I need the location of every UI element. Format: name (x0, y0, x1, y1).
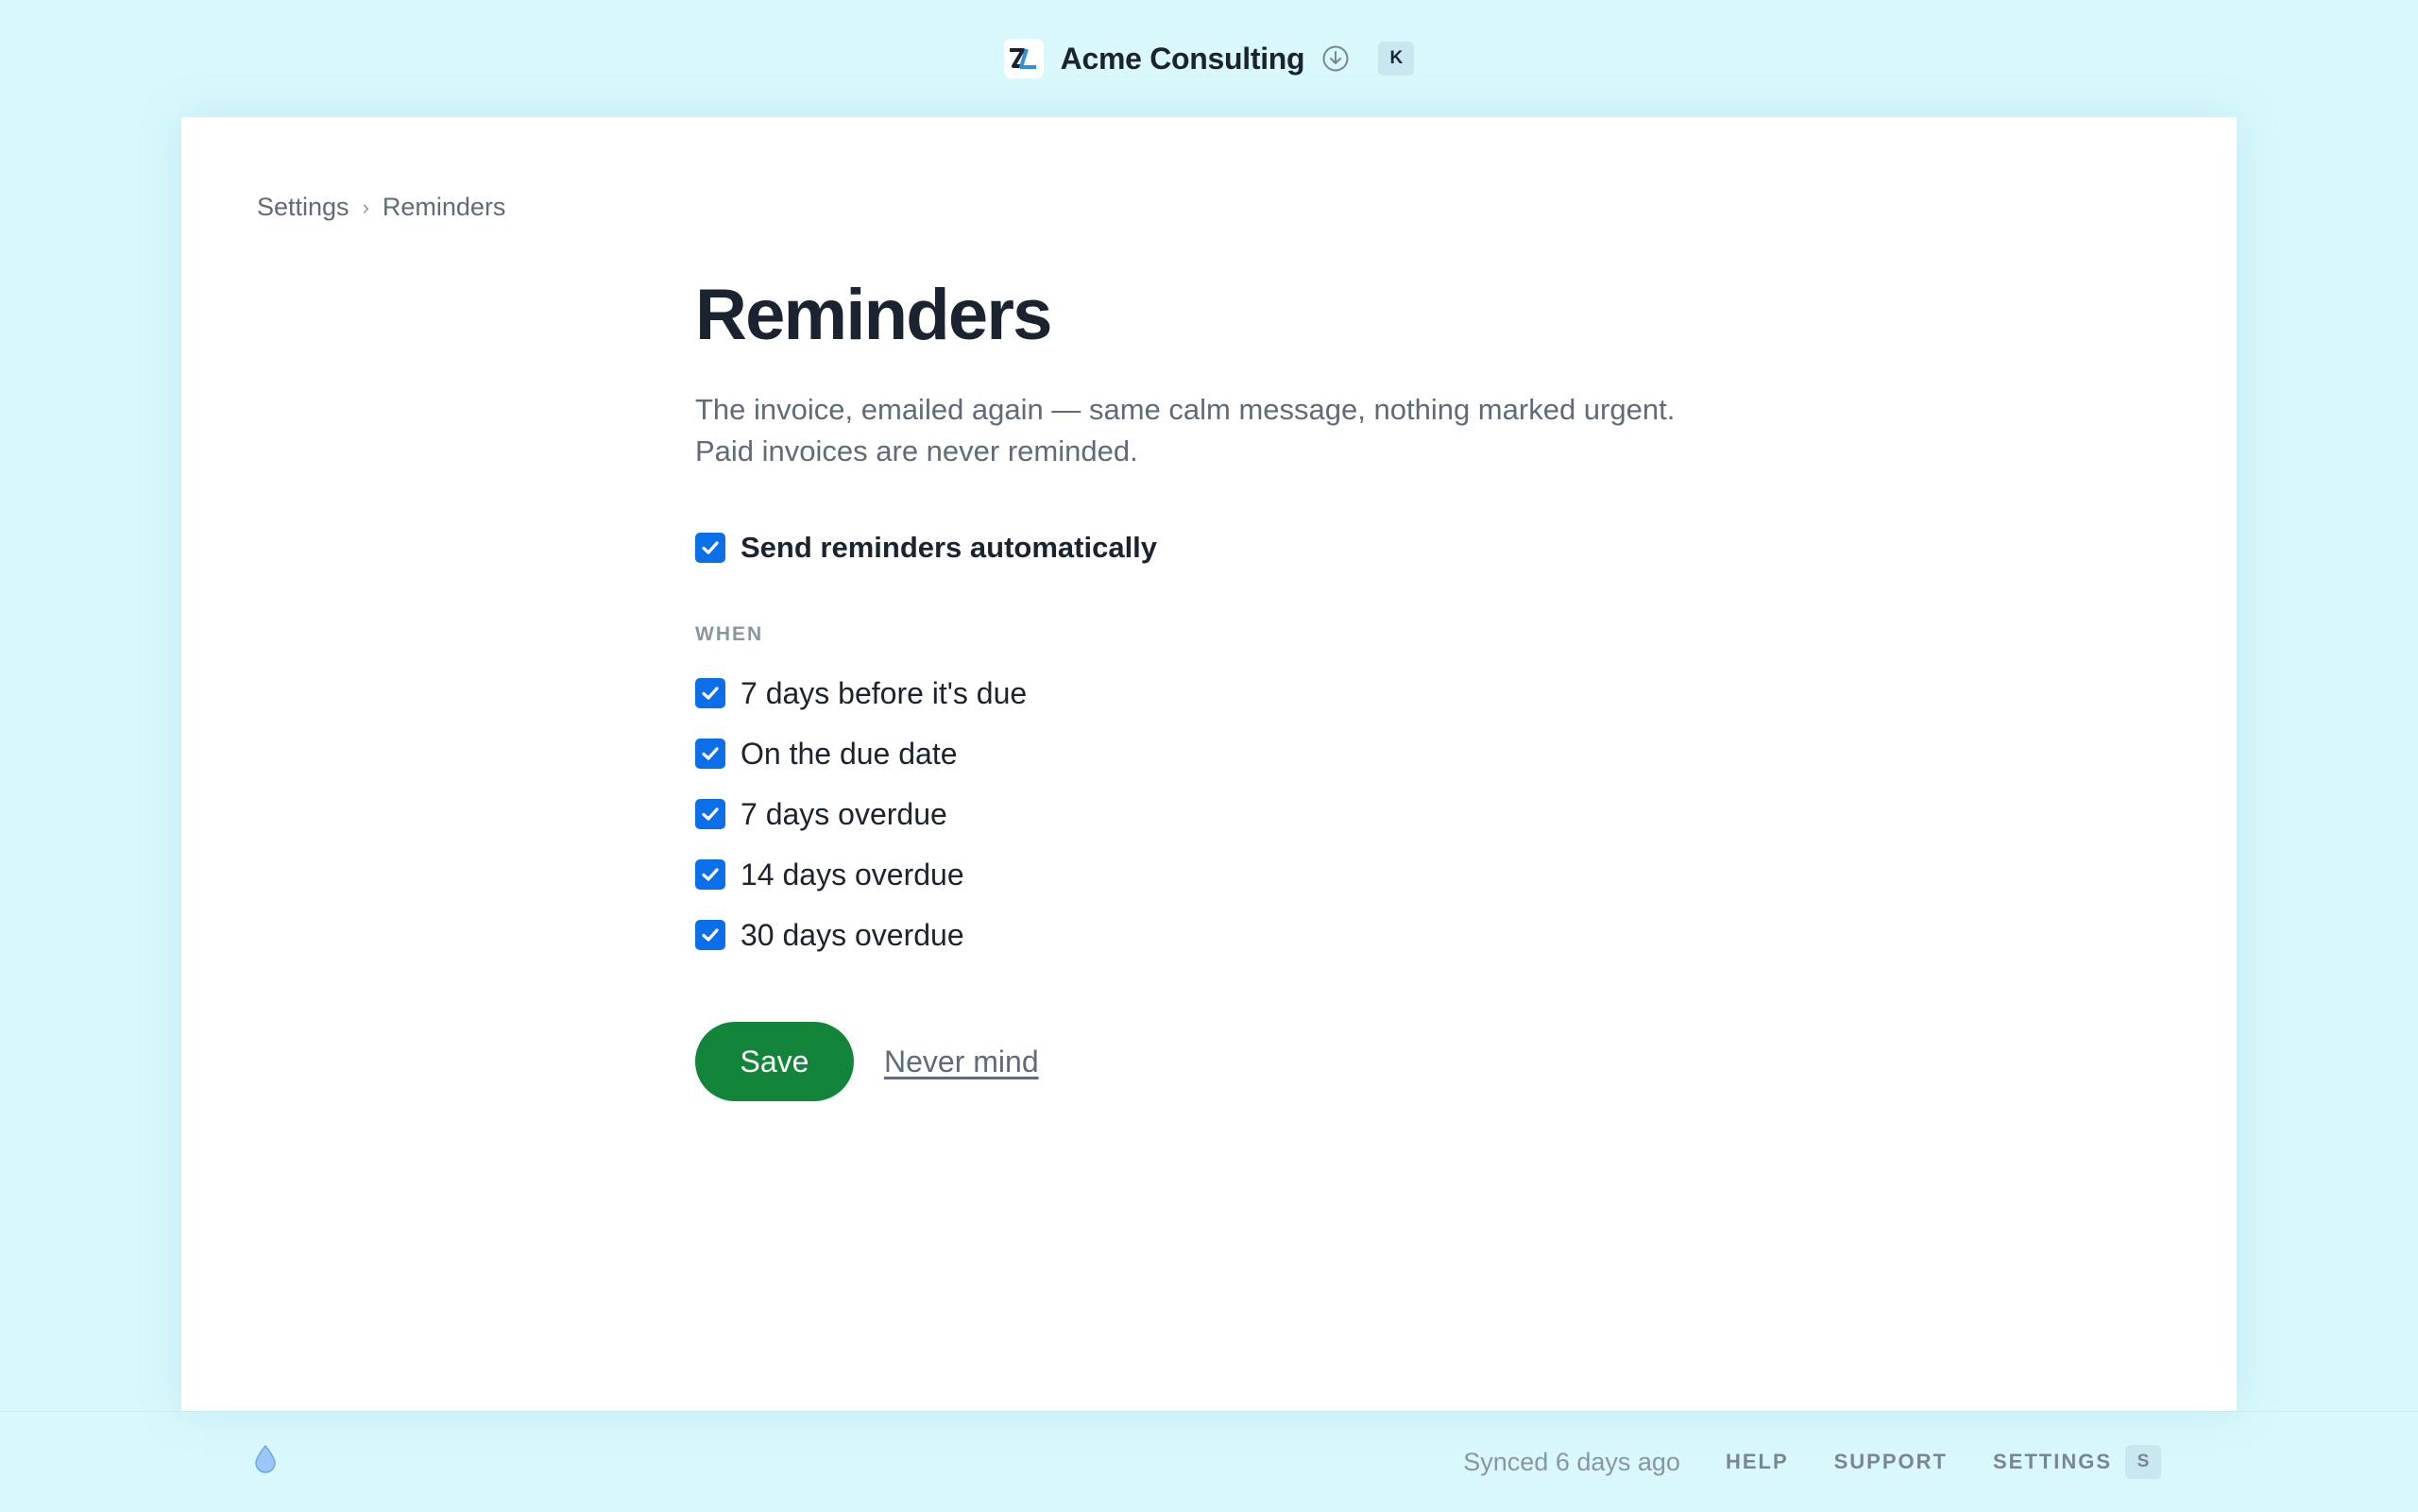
option-7-days-before[interactable]: 7 days before it's due (695, 663, 1829, 723)
main-card: Settings › Reminders Reminders The invoi… (181, 117, 2237, 1411)
footer-links: Synced 6 days ago HELP SUPPORT SETTINGS … (1463, 1412, 2161, 1512)
zl-logo-icon (1003, 39, 1044, 78)
help-link[interactable]: HELP (1726, 1450, 1789, 1474)
when-heading: WHEN (695, 623, 764, 645)
sync-status: Synced 6 days ago (1463, 1447, 1680, 1476)
option-30-days-overdue[interactable]: 30 days overdue (695, 905, 1829, 965)
company-switcher[interactable]: Acme Consulting (1003, 39, 1351, 78)
support-link[interactable]: SUPPORT (1834, 1450, 1948, 1474)
option-due-date[interactable]: On the due date (695, 723, 1829, 784)
form-actions: Save Never mind (695, 1022, 1829, 1101)
checkbox-checked-icon[interactable] (695, 739, 725, 769)
settings-link[interactable]: SETTINGS (1993, 1450, 2112, 1474)
checkbox-checked-icon[interactable] (695, 799, 725, 829)
breadcrumb-settings[interactable]: Settings (257, 193, 349, 222)
option-label: 7 days overdue (741, 796, 947, 831)
breadcrumb: Settings › Reminders (257, 193, 505, 222)
download-circle-icon[interactable] (1321, 44, 1350, 73)
option-7-days-overdue[interactable]: 7 days overdue (695, 784, 1829, 844)
send-reminders-label: Send reminders automatically (741, 531, 1158, 564)
option-label: On the due date (741, 736, 958, 771)
checkbox-checked-icon[interactable] (695, 859, 725, 890)
droplet-icon[interactable] (253, 1444, 278, 1479)
keyboard-shortcut-k[interactable]: K (1378, 42, 1415, 76)
description-line-1: The invoice, emailed again — same calm m… (695, 393, 1676, 426)
checkbox-checked-icon[interactable] (695, 920, 725, 950)
send-reminders-toggle[interactable]: Send reminders automatically (695, 531, 1829, 565)
reminder-schedule-options: 7 days before it's due On the due date 7… (695, 663, 1829, 965)
footer: Synced 6 days ago HELP SUPPORT SETTINGS … (0, 1411, 2418, 1511)
checkbox-checked-icon[interactable] (695, 533, 725, 563)
breadcrumb-reminders: Reminders (382, 193, 506, 221)
top-bar: Acme Consulting K (0, 0, 2418, 117)
checkbox-checked-icon[interactable] (695, 678, 725, 708)
company-name: Acme Consulting (1060, 41, 1305, 76)
never-mind-link[interactable]: Never mind (884, 1045, 1039, 1079)
option-label: 14 days overdue (741, 857, 964, 892)
save-button[interactable]: Save (695, 1022, 854, 1101)
page-description: The invoice, emailed again — same calm m… (695, 389, 1734, 472)
description-line-2: Paid invoices are never reminded. (695, 434, 1138, 467)
reminders-form: Reminders The invoice, emailed again — s… (695, 280, 1829, 1101)
breadcrumb-separator: › (362, 195, 369, 219)
option-14-days-overdue[interactable]: 14 days overdue (695, 844, 1829, 905)
page-title: Reminders (695, 275, 1052, 355)
option-label: 30 days overdue (741, 917, 964, 952)
option-label: 7 days before it's due (741, 675, 1028, 710)
keyboard-shortcut-s[interactable]: S (2125, 1445, 2161, 1479)
